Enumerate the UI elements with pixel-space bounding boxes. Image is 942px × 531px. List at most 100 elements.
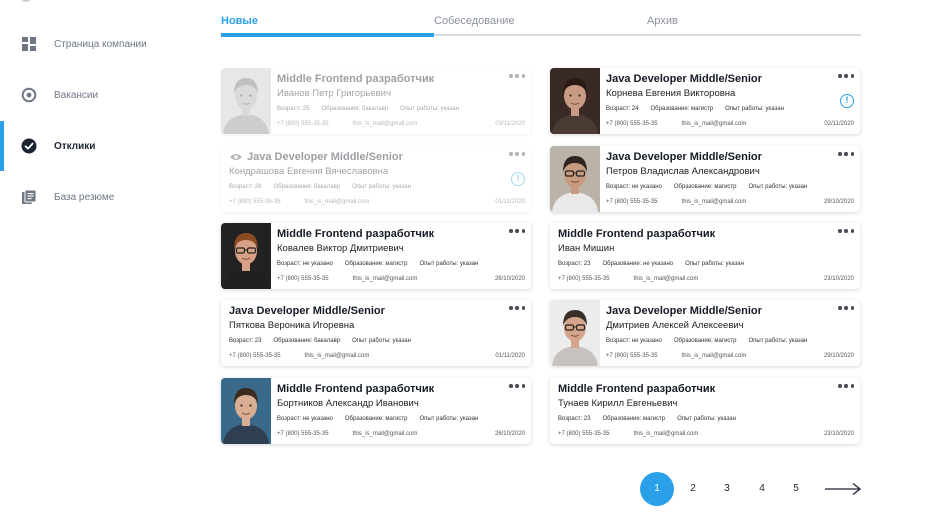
candidate-meta: Возраст: 24 Образование: магистр Опыт рабо…: [606, 106, 784, 112]
response-date: 26/10/2020: [494, 431, 525, 437]
email-link[interactable]: this_is_mail@gmail.com: [682, 121, 747, 127]
tab-interview[interactable]: Собеседование: [434, 15, 514, 27]
more-options-icon[interactable]: [838, 228, 854, 234]
more-options-icon[interactable]: [509, 228, 525, 234]
phone-link[interactable]: +7 (800) 555-35-35: [277, 431, 329, 437]
candidate-photo: [550, 146, 600, 212]
response-date: 03/11/2020: [495, 121, 525, 127]
sidebar-item-company-page[interactable]: Страница компании: [0, 19, 200, 69]
phone-link[interactable]: +7 (800) 555-35-35: [229, 353, 281, 359]
candidate-meta: Возраст: 28 Образование: бакалавр Опыт раб…: [229, 184, 411, 190]
phone-link[interactable]: +7 (800) 555-35-35: [229, 199, 281, 205]
email-link[interactable]: this_is_mail@gmail.com: [634, 276, 699, 282]
age-label: Возраст:: [606, 106, 631, 112]
response-date: 29/10/2020: [823, 199, 854, 205]
phone-link[interactable]: +7 (800) 555-35-35: [277, 121, 329, 127]
candidate-name: Тунаев Кирилл Евгеньевич: [558, 398, 678, 409]
card-body: Middle Frontend разработчик Бортников Але…: [277, 378, 531, 444]
page-5-button[interactable]: 5: [779, 472, 813, 506]
vacancy-title: Middle Frontend разработчик: [558, 383, 715, 395]
eye-icon: [230, 154, 242, 161]
education-label: Образование:: [602, 416, 642, 422]
vacancy-title-text: Java Developer Middle/Senior: [606, 151, 762, 163]
candidate-card[interactable]: Java Developer Middle/Senior Кондрашова Е…: [221, 146, 531, 212]
card-body: Java Developer Middle/Senior Дмитриев Але…: [606, 300, 860, 366]
candidate-name: Петров Владислав Александрович: [606, 166, 760, 177]
candidate-card[interactable]: Middle Frontend разработчик Ковалев Викто…: [221, 223, 531, 289]
page-4-button[interactable]: 4: [745, 472, 779, 506]
email-link[interactable]: this_is_mail@gmail.com: [682, 199, 747, 205]
vacancy-title-text: Java Developer Middle/Senior: [229, 305, 385, 317]
response-date: 02/11/2020: [824, 121, 854, 127]
experience-value: указан: [765, 106, 784, 112]
phone-link[interactable]: +7 (800) 555-35-35: [606, 353, 658, 359]
age-info: Возраст: не указано: [277, 416, 333, 422]
age-info: Возраст: не указано: [606, 184, 662, 190]
page-3-button[interactable]: 3: [710, 472, 744, 506]
education-info: Образование: магистр: [602, 416, 665, 422]
page-2-button[interactable]: 2: [676, 472, 710, 506]
response-date: 01/11/2020: [495, 199, 525, 205]
sidebar-item-vacancies[interactable]: Вакансии: [0, 70, 200, 120]
education-info: Образование: магистр: [674, 338, 737, 344]
age-label: Возраст:: [606, 184, 631, 190]
phone-link[interactable]: +7 (800) 555-35-35: [558, 276, 610, 282]
email-link[interactable]: this_is_mail@gmail.com: [353, 276, 418, 282]
sidebar-item-resume-base[interactable]: База резюме: [0, 172, 200, 222]
candidate-card[interactable]: Middle Frontend разработчик Иванов Петр Г…: [221, 68, 531, 134]
phone-link[interactable]: +7 (800) 555-35-35: [558, 431, 610, 437]
age-label: Возраст:: [229, 338, 254, 344]
email-link[interactable]: this_is_mail@gmail.com: [353, 431, 418, 437]
candidate-name: Иванов Петр Григорьевич: [277, 88, 391, 99]
candidate-photo: [221, 68, 271, 134]
age-value: не указано: [302, 416, 333, 422]
phone-link[interactable]: +7 (800) 555-35-35: [606, 199, 658, 205]
vacancy-title: Middle Frontend разработчик: [277, 228, 434, 240]
candidate-contacts: +7 (800) 555-35-35 this_is_mail@gmail.com: [277, 431, 417, 437]
candidate-card[interactable]: Middle Frontend разработчик Тунаев Кирилл…: [550, 378, 860, 444]
more-options-icon[interactable]: [509, 383, 525, 389]
candidate-meta: Возраст: 23 Образование: бакалавр Опыт раб…: [229, 338, 411, 344]
phone-link[interactable]: +7 (800) 555-35-35: [277, 276, 329, 282]
more-options-icon[interactable]: [838, 73, 854, 79]
phone-link[interactable]: +7 (800) 555-35-35: [606, 121, 658, 127]
experience-label: Опыт работы:: [748, 338, 788, 344]
candidate-card[interactable]: Java Developer Middle/Senior Петров Влади…: [550, 146, 860, 212]
more-options-icon[interactable]: [838, 383, 854, 389]
more-options-icon[interactable]: [509, 151, 525, 157]
candidate-contacts: +7 (800) 555-35-35 this_is_mail@gmail.com: [229, 353, 369, 359]
candidate-card[interactable]: Java Developer Middle/Senior Корнева Евге…: [550, 68, 860, 134]
email-link[interactable]: this_is_mail@gmail.com: [305, 353, 370, 359]
candidate-name: Бортников Александр Иванович: [277, 398, 419, 409]
candidate-card[interactable]: Java Developer Middle/Senior Пяткова Веро…: [221, 300, 531, 366]
more-options-icon[interactable]: [509, 73, 525, 79]
email-link[interactable]: this_is_mail@gmail.com: [682, 353, 747, 359]
more-options-icon[interactable]: [838, 305, 854, 311]
tab-new[interactable]: Новые: [221, 15, 258, 27]
age-label: Возраст:: [558, 416, 583, 422]
page-1-button[interactable]: 1: [640, 472, 674, 506]
candidate-name: Кондрашова Евгения Вячеславовна: [229, 166, 389, 177]
arrow-right-icon[interactable]: [824, 482, 862, 496]
more-options-icon[interactable]: [509, 305, 525, 311]
education-info: Образование: бакалавр: [321, 106, 388, 112]
sidebar-item-responses[interactable]: Отклики: [0, 121, 200, 171]
email-link[interactable]: this_is_mail@gmail.com: [305, 199, 370, 205]
experience-info: Опыт работы: указан: [677, 416, 736, 422]
email-link[interactable]: this_is_mail@gmail.com: [353, 121, 418, 127]
more-options-icon[interactable]: [838, 151, 854, 157]
tab-archive[interactable]: Архив: [647, 15, 678, 27]
education-info: Образование: бакалавр: [273, 338, 340, 344]
age-value: 24: [631, 106, 639, 112]
age-info: Возраст: 28: [229, 184, 261, 190]
vacancy-title-text: Middle Frontend разработчик: [277, 383, 435, 395]
candidate-card[interactable]: Middle Frontend разработчик Иван Мишин Воз…: [550, 223, 860, 289]
experience-info: Опыт работы: указан: [352, 338, 411, 344]
user-avatar-icon[interactable]: [20, 0, 32, 2]
candidate-contacts: +7 (800) 555-35-35 this_is_mail@gmail.com: [606, 199, 746, 205]
candidate-card[interactable]: Middle Frontend разработчик Бортников Але…: [221, 378, 531, 444]
age-info: Возраст: 23: [558, 416, 590, 422]
candidate-card[interactable]: Java Developer Middle/Senior Дмитриев Але…: [550, 300, 860, 366]
email-link[interactable]: this_is_mail@gmail.com: [634, 431, 699, 437]
candidate-contacts: +7 (800) 555-35-35 this_is_mail@gmail.com: [229, 199, 369, 205]
